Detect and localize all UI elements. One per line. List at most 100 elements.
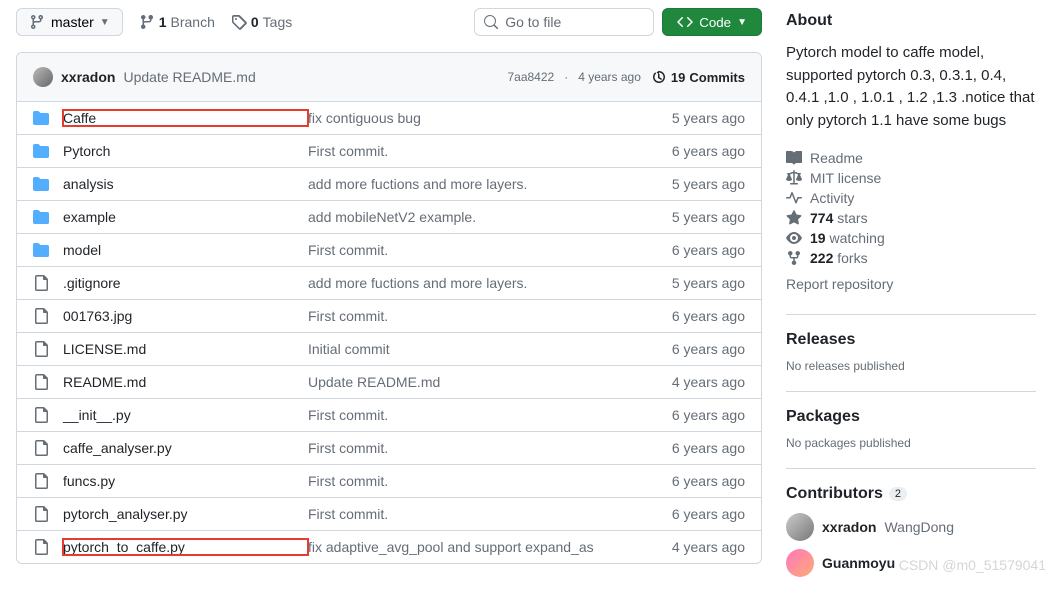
- commit-link[interactable]: add mobileNetV2 example.: [308, 209, 476, 225]
- file-link[interactable]: example: [63, 209, 116, 225]
- commit-link[interactable]: First commit.: [308, 440, 388, 456]
- file-commit-msg: fix contiguous bug: [308, 110, 645, 126]
- file-row: exampleadd mobileNetV2 example.5 years a…: [17, 201, 761, 234]
- code-button[interactable]: Code ▼: [662, 8, 762, 36]
- commit-link[interactable]: add more fuctions and more layers.: [308, 176, 527, 192]
- commit-link[interactable]: fix adaptive_avg_pool and support expand…: [308, 539, 594, 555]
- commit-link[interactable]: First commit.: [308, 242, 388, 258]
- folder-icon: [33, 209, 49, 225]
- file-name-cell: funcs.py: [63, 473, 308, 489]
- avatar: [786, 549, 814, 577]
- file-age: 6 years ago: [645, 506, 745, 522]
- file-age: 4 years ago: [645, 374, 745, 390]
- file-name-cell: pytorch_analyser.py: [63, 506, 308, 522]
- tag-icon: [231, 14, 247, 30]
- commit-link[interactable]: First commit.: [308, 308, 388, 324]
- file-icon: [33, 407, 49, 423]
- code-icon: [677, 14, 693, 30]
- forks-link[interactable]: 222 forks: [810, 250, 868, 266]
- file-name-cell: .gitignore: [63, 275, 308, 291]
- file-icon: [33, 506, 49, 522]
- avatar[interactable]: [33, 67, 53, 87]
- file-icon: [33, 473, 49, 489]
- file-link[interactable]: 001763.jpg: [63, 308, 132, 324]
- branch-icon: [29, 14, 45, 30]
- file-row: LICENSE.mdInitial commit6 years ago: [17, 333, 761, 366]
- file-name-cell: LICENSE.md: [63, 341, 308, 357]
- file-commit-msg: First commit.: [308, 506, 645, 522]
- caret-down-icon: ▼: [737, 17, 747, 28]
- file-commit-msg: add more fuctions and more layers.: [308, 275, 645, 291]
- commit-link[interactable]: First commit.: [308, 473, 388, 489]
- file-row: funcs.pyFirst commit.6 years ago: [17, 465, 761, 498]
- branches-link[interactable]: 1 Branch: [139, 14, 215, 30]
- file-link[interactable]: analysis: [63, 176, 114, 192]
- readme-link[interactable]: Readme: [810, 150, 863, 166]
- commit-author-link[interactable]: xxradon: [61, 69, 115, 85]
- file-link[interactable]: model: [63, 242, 101, 258]
- commit-link[interactable]: Update README.md: [308, 374, 440, 390]
- commit-link[interactable]: First commit.: [308, 506, 388, 522]
- branch-select-button[interactable]: master ▼: [16, 8, 123, 36]
- file-icon: [33, 275, 49, 291]
- file-icon: [33, 374, 49, 390]
- releases-heading[interactable]: Releases: [786, 331, 1036, 349]
- latest-commit-header: xxradon Update README.md 7aa8422 · 4 yea…: [17, 53, 761, 102]
- commit-link[interactable]: Initial commit: [308, 341, 390, 357]
- file-link[interactable]: pytorch_to_caffe.py: [63, 539, 185, 555]
- activity-link[interactable]: Activity: [810, 190, 854, 206]
- file-link[interactable]: README.md: [63, 374, 146, 390]
- go-to-file-input[interactable]: Go to file: [474, 8, 654, 36]
- file-link[interactable]: LICENSE.md: [63, 341, 146, 357]
- tags-link[interactable]: 0 Tags: [231, 14, 292, 30]
- file-row: analysis add more fuctions and more layer…: [17, 168, 761, 201]
- about-description: Pytorch model to caffe model, supported …: [786, 42, 1036, 132]
- file-name-cell: example: [63, 209, 308, 225]
- file-link[interactable]: __init__.py: [63, 407, 131, 423]
- star-icon: [786, 210, 802, 226]
- file-commit-msg: Initial commit: [308, 341, 645, 357]
- file-name-cell: Pytorch: [63, 143, 308, 159]
- contributor-item[interactable]: xxradon WangDong: [786, 513, 1036, 541]
- commit-link[interactable]: First commit.: [308, 143, 388, 159]
- book-icon: [786, 150, 802, 166]
- contributors-count: 2: [889, 487, 907, 501]
- watching-link[interactable]: 19 watching: [810, 230, 885, 246]
- commit-sha-link[interactable]: 7aa8422: [507, 70, 554, 84]
- file-link[interactable]: Caffe: [63, 110, 96, 126]
- file-icon: [33, 308, 49, 324]
- file-link[interactable]: Pytorch: [63, 143, 110, 159]
- branch-icon: [139, 14, 155, 30]
- file-link[interactable]: funcs.py: [63, 473, 115, 489]
- about-heading: About: [786, 12, 1036, 30]
- commit-message-link[interactable]: Update README.md: [123, 69, 255, 85]
- search-icon: [483, 14, 499, 30]
- file-commit-msg: First commit.: [308, 242, 645, 258]
- file-icon: [33, 341, 49, 357]
- search-placeholder: Go to file: [505, 14, 561, 30]
- file-link[interactable]: pytorch_analyser.py: [63, 506, 188, 522]
- file-age: 5 years ago: [645, 176, 745, 192]
- caret-down-icon: ▼: [100, 17, 110, 28]
- file-link[interactable]: caffe_analyser.py: [63, 440, 172, 456]
- file-row: Caffefix contiguous bug5 years ago: [17, 102, 761, 135]
- packages-heading[interactable]: Packages: [786, 408, 1036, 426]
- file-name-cell: README.md: [63, 374, 308, 390]
- commit-link[interactable]: First commit.: [308, 407, 388, 423]
- branch-name: master: [51, 14, 94, 30]
- file-name-cell: __init__.py: [63, 407, 308, 423]
- stars-link[interactable]: 774 stars: [810, 210, 868, 226]
- file-age: 6 years ago: [645, 143, 745, 159]
- commit-link[interactable]: fix contiguous bug: [308, 110, 421, 126]
- file-commit-msg: First commit.: [308, 308, 645, 324]
- packages-empty: No packages published: [786, 436, 1036, 450]
- report-repository-link[interactable]: Report repository: [786, 276, 893, 292]
- file-link[interactable]: .gitignore: [63, 275, 121, 291]
- commit-link[interactable]: add more fuctions and more layers.: [308, 275, 527, 291]
- contributors-heading[interactable]: Contributors 2: [786, 485, 1036, 503]
- commits-link[interactable]: 19 Commits: [651, 69, 745, 85]
- file-commit-msg: Update README.md: [308, 374, 645, 390]
- folder-icon: [33, 143, 49, 159]
- watermark-text: CSDN @m0_51579041: [899, 557, 1046, 573]
- license-link[interactable]: MIT license: [810, 170, 881, 186]
